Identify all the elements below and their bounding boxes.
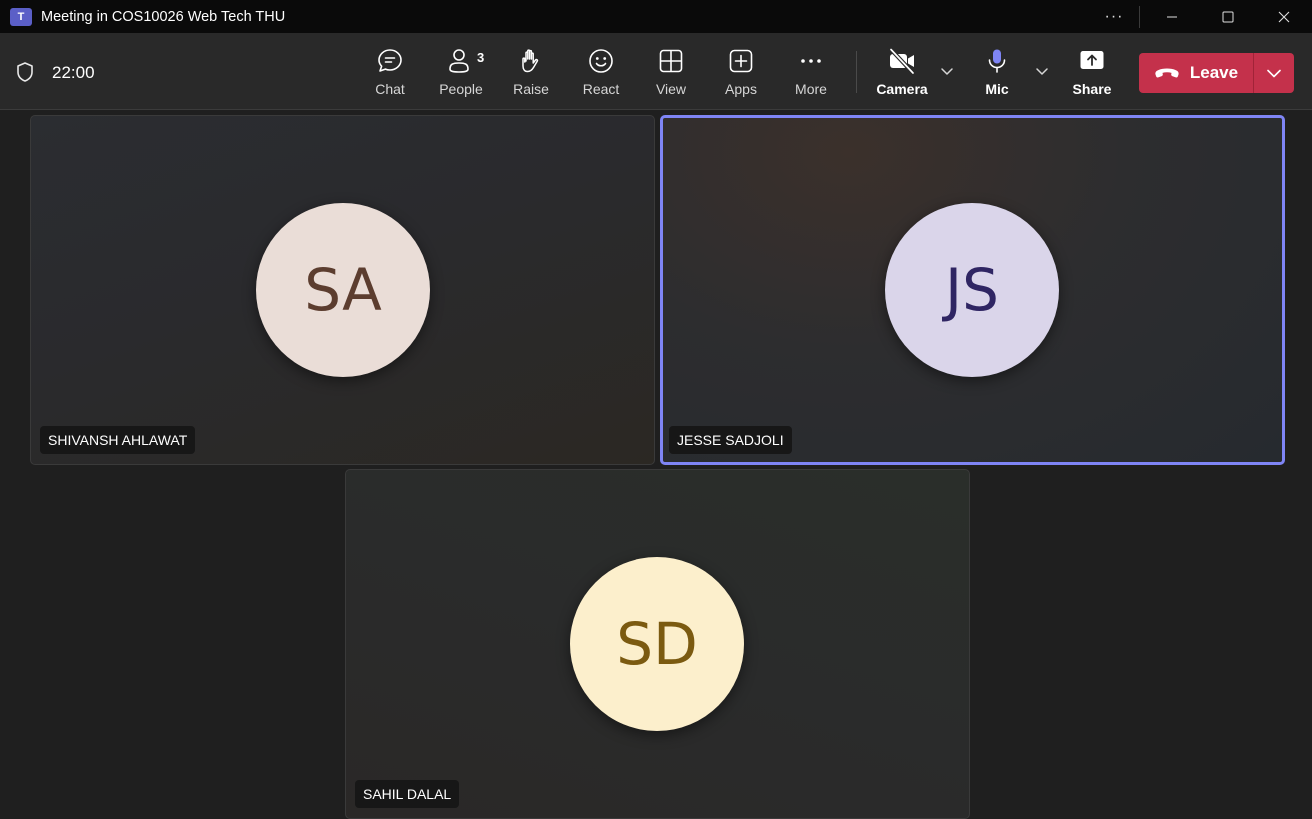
- smiley-icon: [587, 47, 615, 75]
- teams-logo-icon: T: [10, 7, 32, 26]
- leave-button[interactable]: Leave: [1139, 53, 1253, 93]
- minimize-icon[interactable]: [1144, 0, 1200, 33]
- mic-options-chevron-down-icon[interactable]: [1034, 63, 1050, 79]
- camera-label: Camera: [876, 81, 928, 97]
- people-count-badge: 3: [477, 50, 485, 65]
- camera-button[interactable]: Camera: [870, 47, 934, 103]
- more-button[interactable]: More: [779, 47, 843, 103]
- people-button[interactable]: 3 People: [429, 47, 493, 103]
- more-label: More: [795, 81, 827, 97]
- react-button[interactable]: React: [569, 47, 633, 103]
- avatar: JS: [885, 203, 1059, 377]
- view-label: View: [655, 81, 687, 97]
- window-controls: ···: [1093, 0, 1312, 33]
- chat-icon: [376, 47, 404, 75]
- raise-label: Raise: [513, 81, 549, 97]
- apps-button[interactable]: Apps: [709, 47, 773, 103]
- meeting-toolbar: 22:00 Chat 3 People Raise React View App…: [0, 33, 1312, 110]
- chat-label: Chat: [375, 81, 405, 97]
- participant-tile-active-speaker[interactable]: JS JESSE SADJOLI: [660, 115, 1285, 465]
- share-button[interactable]: Share: [1060, 47, 1124, 103]
- view-button[interactable]: View: [639, 47, 703, 103]
- maximize-icon[interactable]: [1200, 0, 1256, 33]
- grid-view-icon: [657, 47, 685, 75]
- chat-button[interactable]: Chat: [358, 47, 422, 103]
- more-icon: [797, 47, 825, 75]
- participant-name-tag: SAHIL DALAL: [355, 780, 460, 808]
- meeting-timer: 22:00: [52, 63, 95, 82]
- people-label: People: [439, 81, 483, 97]
- share-screen-icon: [1078, 47, 1106, 75]
- avatar: SA: [256, 203, 430, 377]
- camera-off-icon: [888, 47, 916, 75]
- leave-button-group: Leave: [1139, 53, 1294, 93]
- hang-up-icon: [1155, 68, 1179, 78]
- shield-icon: [17, 62, 33, 82]
- mic-label: Mic: [985, 81, 1009, 97]
- people-icon: 3: [447, 47, 484, 75]
- avatar: SD: [570, 557, 744, 731]
- add-app-icon: [727, 47, 755, 75]
- divider: [1139, 5, 1140, 28]
- toolbar-divider: [856, 51, 857, 93]
- window-title: Meeting in COS10026 Web Tech THU: [41, 8, 286, 25]
- leave-options-button[interactable]: [1254, 53, 1294, 93]
- raise-hand-icon: [517, 47, 545, 75]
- participant-name-tag: SHIVANSH AHLAWAT: [40, 426, 196, 454]
- more-options-icon[interactable]: ···: [1093, 0, 1135, 33]
- chevron-down-icon: [1267, 69, 1281, 78]
- camera-options-chevron-down-icon[interactable]: [939, 63, 955, 79]
- leave-label: Leave: [1189, 63, 1239, 82]
- microphone-icon: [983, 47, 1011, 75]
- participant-tile[interactable]: SA SHIVANSH AHLAWAT: [30, 115, 655, 465]
- participant-name-tag: JESSE SADJOLI: [669, 426, 792, 454]
- mic-button[interactable]: Mic: [965, 47, 1029, 103]
- close-icon[interactable]: [1256, 0, 1312, 33]
- participant-tile[interactable]: SD SAHIL DALAL: [345, 469, 970, 819]
- share-label: Share: [1072, 81, 1112, 97]
- apps-label: Apps: [725, 81, 757, 97]
- title-bar: T Meeting in COS10026 Web Tech THU ···: [0, 0, 1312, 33]
- raise-hand-button[interactable]: Raise: [499, 47, 563, 103]
- react-label: React: [582, 81, 620, 97]
